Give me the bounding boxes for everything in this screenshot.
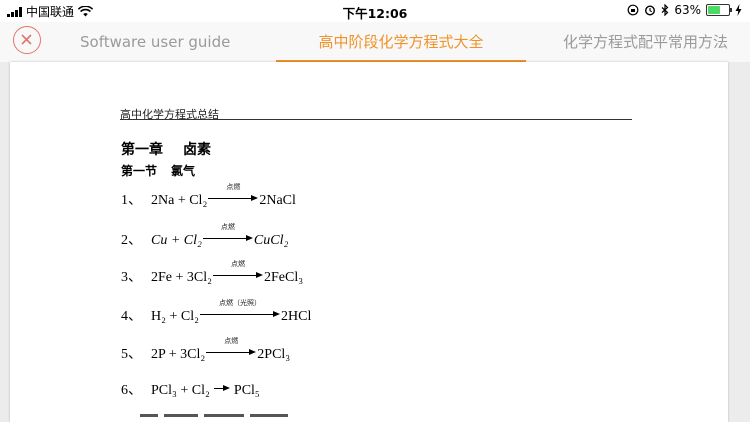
equation-lhs: Cu + Cl₂ (151, 233, 202, 248)
equation-rhs: CuCl₂ (253, 233, 289, 248)
equation-lhs: 2Na + Cl₂ (151, 193, 208, 208)
section-number: 第一节 (121, 164, 158, 178)
orientation-lock-icon (627, 4, 639, 16)
close-icon (21, 34, 32, 45)
equation-6: 6、 PCl₃ + Cl₂ PCl₅ (121, 379, 260, 399)
equation-rhs: 2HCl (281, 309, 312, 324)
reaction-arrow: 点燃 (208, 183, 259, 204)
equation-lhs: PCl₃ + Cl₂ (151, 383, 210, 398)
chapter-number: 第一章 (121, 142, 163, 158)
equation-rhs: 2PCl₃ (257, 347, 291, 362)
chapter-title: 卤素 (183, 142, 211, 158)
battery-icon (706, 4, 732, 16)
header-rule (120, 119, 632, 120)
reaction-condition: 点燃 (220, 223, 235, 231)
reaction-condition: 点燃 (226, 183, 241, 191)
equation-number: 3、 (121, 270, 142, 285)
tab-equations-collection[interactable]: 高中阶段化学方程式大全 (276, 22, 526, 63)
reaction-condition: 点燃 (231, 260, 246, 268)
tab-bar: Software user guide 高中阶段化学方程式大全 化学方程式配平常… (0, 22, 750, 63)
equation-rhs: 2NaCl (259, 193, 296, 208)
equation-lhs: H₂ + Cl₂ (151, 309, 199, 324)
equation-2: 2、 Cu + Cl₂ 点燃 CuCl₂ (121, 223, 289, 249)
equation-number: 1、 (121, 193, 142, 208)
equation-number: 6、 (121, 383, 142, 398)
section-title: 氯气 (171, 164, 196, 178)
status-bar: 中国联通 下午12:06 63% (0, 0, 750, 22)
reaction-arrow: 点燃 (202, 223, 253, 244)
equation-number: 5、 (121, 347, 142, 362)
status-right: 63% (627, 3, 742, 17)
equation-lhs: 2Fe + 3Cl₂ (151, 270, 213, 285)
cut-off-text-line (140, 414, 320, 422)
reaction-arrow: 点燃 (206, 337, 257, 358)
tab-software-user-guide[interactable]: Software user guide (80, 22, 230, 62)
equation-1: 1、 2Na + Cl₂ 点燃 2NaCl (121, 183, 296, 209)
reaction-condition: 点燃（光照） (219, 299, 261, 307)
reaction-arrow: 点燃 (213, 260, 264, 281)
equation-lhs: 2P + 3Cl₂ (151, 347, 206, 362)
equation-number: 4、 (121, 309, 142, 324)
equation-4: 4、 H₂ + Cl₂ 点燃（光照） 2HCl (121, 299, 312, 325)
document-viewer[interactable]: 高中化学方程式总结 第一章 卤素 第一节 氯气 1、 2Na + Cl₂ 点燃 2N… (0, 62, 750, 422)
charging-icon (735, 4, 742, 16)
equation-3: 3、 2Fe + 3Cl₂ 点燃 2FeCl₃ (121, 260, 304, 286)
equation-rhs: 2FeCl₃ (264, 270, 304, 285)
chapter-heading: 第一章 卤素 (121, 139, 211, 159)
battery-percent: 63% (674, 3, 701, 17)
bluetooth-icon (661, 4, 669, 16)
tab-balancing-methods[interactable]: 化学方程式配平常用方法 (563, 22, 750, 62)
equation-rhs: PCl₅ (233, 383, 260, 398)
tab-label: 高中阶段化学方程式大全 (318, 33, 484, 51)
close-button[interactable] (13, 26, 41, 54)
reaction-arrow: 点燃（光照） (200, 299, 280, 320)
alarm-icon (645, 5, 656, 16)
reaction-arrow (213, 380, 230, 394)
reaction-condition: 点燃 (224, 337, 239, 345)
section-heading: 第一节 氯气 (121, 162, 195, 179)
equation-5: 5、 2P + 3Cl₂ 点燃 2PCl₃ (121, 337, 291, 363)
equation-number: 2、 (121, 233, 142, 248)
document-page: 高中化学方程式总结 第一章 卤素 第一节 氯气 1、 2Na + Cl₂ 点燃 2N… (10, 62, 728, 422)
